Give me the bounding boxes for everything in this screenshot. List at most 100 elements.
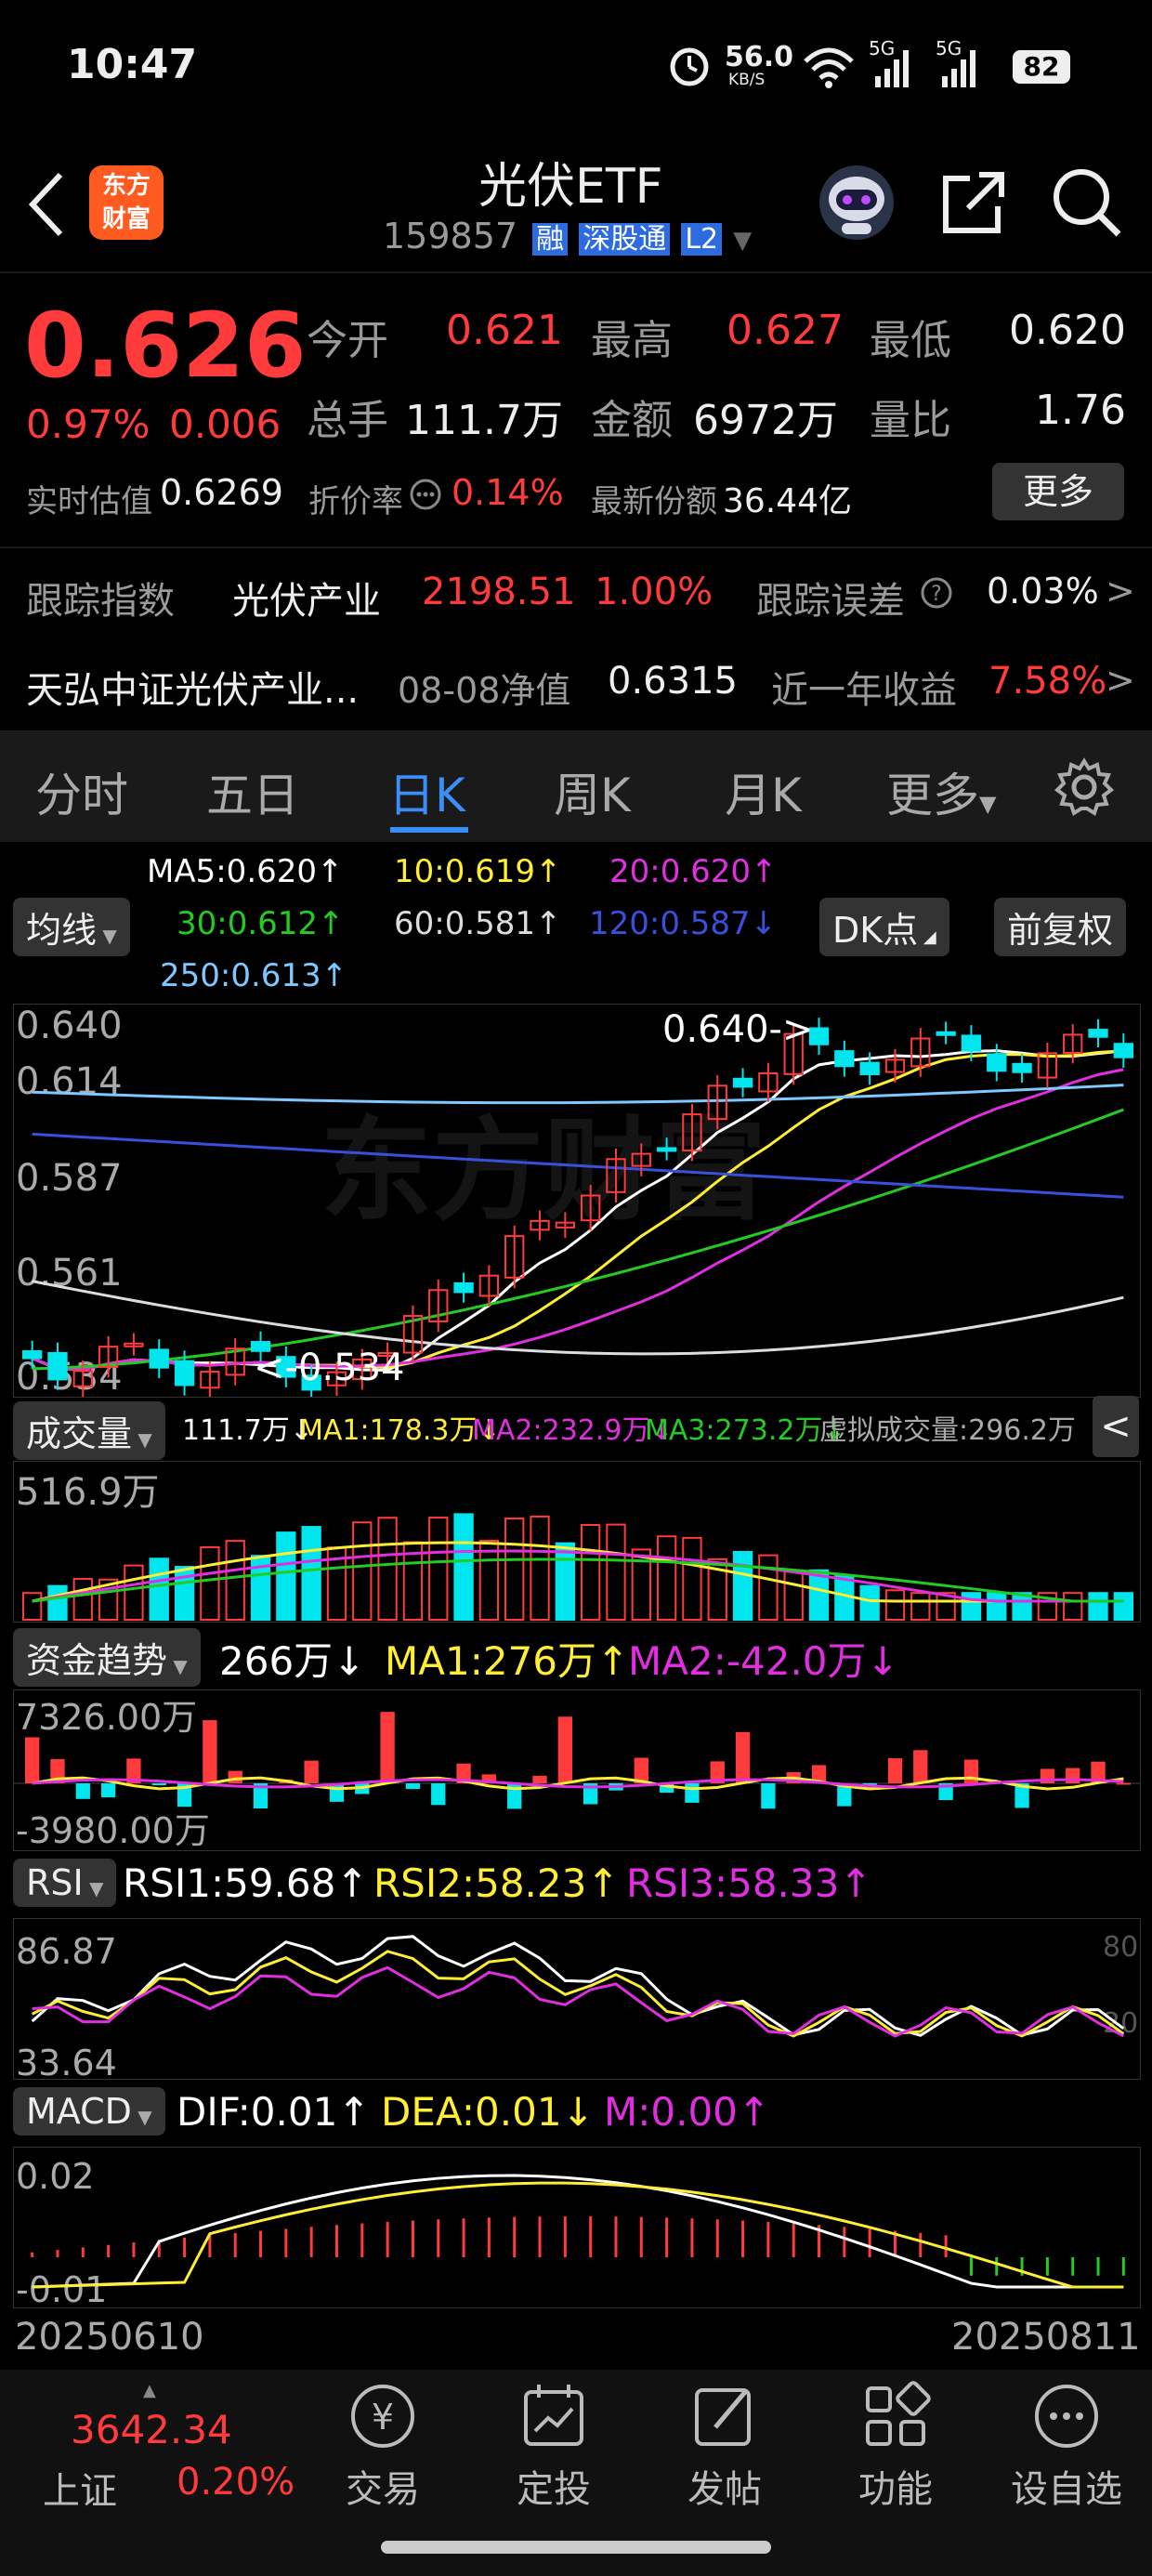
up-mini-arrow-icon: ▲ [143, 2381, 156, 2400]
security-code[interactable]: 159857 融 深股通 L2 ▼ [383, 216, 752, 256]
net-speed: 56.0 [725, 41, 794, 73]
volume-ma1: MA1:178.3万↓ [299, 1414, 501, 1447]
candle [859, 1061, 880, 1076]
collapse-arrow-icon[interactable]: < [1093, 1396, 1139, 1457]
nav-post[interactable]: 发帖 [650, 2379, 799, 2513]
robot-icon[interactable] [818, 164, 896, 242]
tracking-index-pct: 1.00% [595, 571, 713, 613]
ma250-line [32, 1084, 1124, 1105]
grid-apps-icon [866, 2381, 931, 2446]
trade-yen-icon: ¥ [351, 2385, 414, 2448]
rsi-level-80: 80 [1103, 1931, 1138, 1964]
volume-bar [478, 1540, 500, 1621]
edit-icon [695, 2388, 751, 2446]
tracking-index-name[interactable]: 光伏产业 [232, 571, 381, 624]
nav-add-watchlist[interactable]: 设自选 [992, 2379, 1141, 2513]
rsi-chart[interactable]: 86.87 33.64 80 20 [13, 1918, 1141, 2080]
rsi-select[interactable]: RSI ▼ [13, 1859, 117, 1907]
ma-select[interactable]: 均线 ▼ [13, 898, 130, 956]
dk-point-button[interactable]: DK点 ◢ [819, 898, 949, 956]
caret-down-icon: ▼ [979, 791, 997, 817]
fund-name[interactable]: 天弘中证光伏产业... [26, 660, 359, 714]
tab-fenshi[interactable]: 分时 [35, 758, 128, 825]
kline-chart[interactable]: 东方财富 0.640 0.614 0.587 0.561 0.534 0.640… [13, 1004, 1141, 1398]
volume-bar [758, 1554, 779, 1621]
volume-bar [910, 1592, 931, 1621]
search-icon[interactable] [1048, 164, 1126, 242]
fundflow-bar [75, 1783, 90, 1799]
volume-bar [225, 1540, 245, 1621]
volume-bar [859, 1584, 880, 1622]
share-icon[interactable] [936, 165, 1011, 240]
tab-rik[interactable]: 日K [388, 758, 465, 825]
return-value: 7.58% [988, 660, 1107, 703]
volume-bar [428, 1517, 449, 1622]
rsi2-label: RSI2:58.23↑ [373, 1860, 620, 1906]
chevron-right-icon[interactable]: > [1106, 660, 1135, 701]
ma60-line [32, 1280, 1124, 1356]
fundflow-bar [735, 1731, 751, 1783]
volume-bar [276, 1531, 296, 1621]
fundflow-bar [557, 1716, 572, 1783]
fundflow-bar [532, 1775, 547, 1783]
volume-bar [504, 1518, 525, 1621]
tracking-error-label: 跟踪误差 [756, 580, 905, 623]
nav-date: 08-08净值 [398, 670, 571, 711]
volume-bar [377, 1517, 398, 1621]
ma20-label: 20:0.620↑ [609, 853, 778, 890]
app-logo: 东方 财富 [89, 165, 164, 240]
volume-select[interactable]: 成交量 ▼ [13, 1401, 165, 1460]
last-price: 0.626 [24, 294, 307, 398]
macd-dea: DEA:0.01↓ [381, 2089, 595, 2135]
candle [1113, 1043, 1133, 1058]
tab-yuek[interactable]: 月K [725, 758, 802, 825]
volume-bar [301, 1526, 321, 1621]
est-value: 0.6269 [160, 472, 283, 513]
back-arrow-icon[interactable] [23, 167, 70, 242]
nav-invest[interactable]: 定投 [479, 2379, 628, 2513]
index-value: 3642.34 [71, 2407, 232, 2452]
candle [22, 1350, 43, 1360]
more-dots-icon [1035, 2385, 1098, 2448]
tab-wuri[interactable]: 五日 [206, 758, 299, 825]
nav-trade[interactable]: ¥ 交易 [308, 2379, 457, 2513]
high-label: 最高 [591, 317, 673, 364]
volume-bar [22, 1592, 43, 1621]
tag-l2: L2 [681, 223, 723, 256]
help-circle-icon[interactable]: ? [920, 576, 953, 610]
tracking-label: 跟踪指数 [26, 580, 175, 623]
settings-gear-icon[interactable] [1054, 756, 1115, 818]
index-name: 上证 [43, 2470, 117, 2513]
low-label: 最低 [870, 317, 951, 364]
candle [656, 1147, 677, 1152]
fundflow-bar [405, 1783, 421, 1790]
volume-bar [47, 1584, 68, 1622]
chevron-right-icon[interactable]: > [1106, 571, 1135, 611]
macd-select[interactable]: MACD ▼ [13, 2087, 165, 2136]
volume-bar [987, 1592, 1007, 1621]
volume-ma2: MA2:232.9万↓ [472, 1414, 674, 1447]
nav-functions[interactable]: 功能 [821, 2379, 970, 2513]
candle [149, 1348, 169, 1369]
fundflow-chart[interactable]: 7326.00万 -3980.00万 [13, 1689, 1141, 1851]
volume-bar [884, 1589, 906, 1621]
candle [1012, 1062, 1032, 1073]
info-dots-icon[interactable] [409, 478, 442, 511]
low-marker: <-0.534 [254, 1347, 404, 1389]
volume-bar [555, 1542, 576, 1621]
macd-chart[interactable]: 0.02 -0.01 [13, 2147, 1141, 2308]
tab-zhouk[interactable]: 周K [554, 758, 631, 825]
candle [47, 1351, 68, 1381]
index-widget[interactable]: ▲ 3642.34 上证 0.20% [19, 2381, 297, 2513]
tracking-error-value: 0.03% [987, 571, 1099, 611]
ma10-label: 10:0.619↑ [394, 853, 562, 890]
volume-current: 111.7万↓ [182, 1414, 314, 1447]
fundflow-bar [431, 1783, 446, 1806]
home-indicator[interactable] [381, 2541, 771, 2554]
adjust-button[interactable]: 前复权 [994, 898, 1127, 956]
fundflow-select[interactable]: 资金趋势 ▼ [13, 1628, 201, 1687]
tab-more[interactable]: 更多▼ [886, 758, 996, 825]
volume-chart[interactable]: 516.9万 [13, 1461, 1141, 1623]
date-end: 20250811 [951, 2316, 1141, 2359]
more-button[interactable]: 更多 [992, 463, 1124, 520]
